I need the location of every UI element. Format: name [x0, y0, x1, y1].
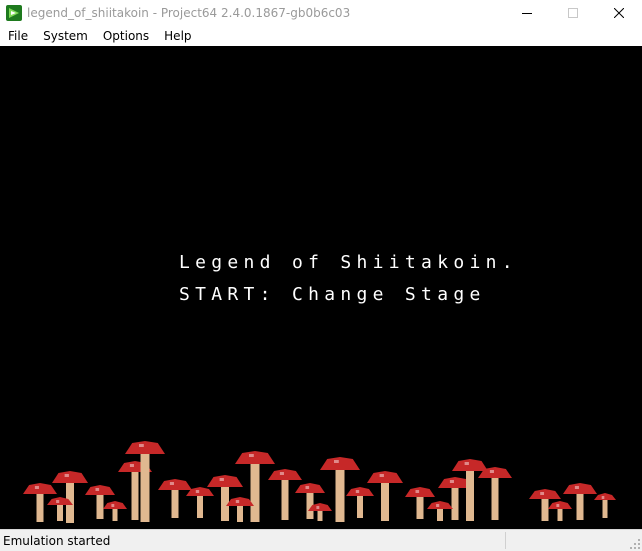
mushroom-highlight [195, 490, 200, 493]
mushroom-cap [226, 497, 254, 506]
project64-logo-icon [6, 5, 22, 21]
mushroom-highlight [111, 504, 115, 507]
menu-options[interactable]: Options [95, 26, 156, 46]
mushroom-highlight [540, 492, 545, 495]
mushroom-stem [466, 469, 474, 521]
mushroom-cap [427, 501, 453, 509]
mushroom-stem [281, 478, 289, 520]
mushroom-cap [548, 501, 572, 509]
mushroom-stem [381, 481, 389, 521]
mushroom-cap [23, 483, 57, 494]
game-viewport[interactable]: Legend of Shiitakoin. START: Change Stag… [0, 46, 642, 529]
mushroom-cap [320, 457, 360, 470]
mushroom-highlight [436, 504, 440, 507]
mushroom-highlight [489, 470, 494, 473]
mushroom-field-image [23, 441, 616, 523]
window-title: legend_of_shiitakoin - Project64 2.4.0.1… [27, 6, 351, 20]
mushroom-stem [221, 485, 229, 521]
mushroom-cap [85, 485, 115, 495]
mushroom-cap [563, 483, 597, 494]
mushroom-highlight [556, 504, 560, 507]
menu-help[interactable]: Help [156, 26, 198, 46]
mushroom-stem [112, 507, 118, 521]
status-divider [505, 532, 506, 549]
mushroom-cap [125, 441, 165, 454]
mushroom-cap [207, 475, 243, 487]
mushroom-stem [491, 476, 499, 520]
mushroom-highlight [415, 490, 420, 493]
mushroom-cap [52, 471, 88, 483]
mushroom-stem [140, 452, 150, 522]
mushroom-highlight [249, 454, 254, 457]
mushroom-highlight [355, 490, 360, 493]
mushroom-highlight [601, 496, 605, 499]
mushroom-stem [576, 492, 584, 520]
mushroom-stem [250, 462, 260, 522]
mushroom-stem [57, 503, 63, 521]
mushroom-stem [131, 470, 139, 520]
minimize-button[interactable] [504, 0, 550, 26]
mushroom-cap [346, 487, 374, 496]
mushroom-highlight [34, 486, 39, 489]
mushroom-stem [416, 495, 424, 519]
mushroom-highlight [316, 506, 320, 509]
close-button[interactable] [596, 0, 642, 26]
menu-bar: File System Options Help [0, 26, 642, 46]
minimize-icon [522, 13, 532, 14]
mushroom-highlight [305, 486, 310, 489]
mushroom-highlight [64, 474, 69, 477]
mushroom-stem [237, 504, 243, 522]
game-instruction-text: START: Change Stage [179, 284, 486, 305]
status-text: Emulation started [3, 534, 111, 548]
menu-file[interactable]: File [0, 26, 35, 46]
mushroom-highlight [95, 488, 100, 491]
mushroom-highlight [56, 500, 60, 503]
mushroom-stem [437, 507, 443, 521]
mushroom-stem [541, 497, 549, 521]
menu-system[interactable]: System [35, 26, 95, 46]
maximize-icon [568, 8, 578, 18]
mushroom-cap [295, 483, 325, 493]
project64-window: legend_of_shiitakoin - Project64 2.4.0.1… [0, 0, 642, 551]
mushroom-cap [529, 489, 561, 499]
title-bar[interactable]: legend_of_shiitakoin - Project64 2.4.0.1… [0, 0, 642, 26]
mushroom-cap [158, 479, 192, 490]
mushroom-highlight [334, 460, 339, 463]
game-title-text: Legend of Shiitakoin. [179, 252, 518, 273]
maximize-button[interactable] [550, 0, 596, 26]
mushroom-highlight [279, 472, 284, 475]
close-icon [614, 8, 624, 18]
mushroom-stem [602, 498, 608, 518]
mushroom-stem [357, 494, 363, 518]
mushroom-stem [335, 468, 345, 522]
mushroom-highlight [129, 464, 134, 467]
mushroom-stem [451, 486, 459, 520]
mushroom-highlight [219, 478, 224, 481]
mushroom-stem [36, 492, 44, 522]
mushroom-stem [557, 507, 563, 521]
mushroom-highlight [139, 444, 144, 447]
mushroom-stem [171, 488, 179, 518]
resize-grip-icon[interactable] [630, 539, 640, 549]
mushroom-highlight [449, 480, 454, 483]
mushroom-highlight [235, 500, 240, 503]
mushroom-highlight [169, 482, 174, 485]
mushroom-stem [197, 494, 203, 518]
mushroom-highlight [574, 486, 579, 489]
mushroom-cap [452, 459, 488, 471]
mushroom-cap [405, 487, 435, 497]
mushroom-cap [103, 501, 127, 509]
mushroom-cap [367, 471, 403, 483]
mushroom-stem [96, 493, 104, 519]
mushroom-cap [235, 451, 275, 464]
status-bar: Emulation started [0, 529, 642, 551]
mushroom-highlight [379, 474, 384, 477]
mushroom-cap [268, 469, 302, 480]
mushroom-highlight [464, 462, 469, 465]
mushroom-cap [594, 493, 616, 500]
